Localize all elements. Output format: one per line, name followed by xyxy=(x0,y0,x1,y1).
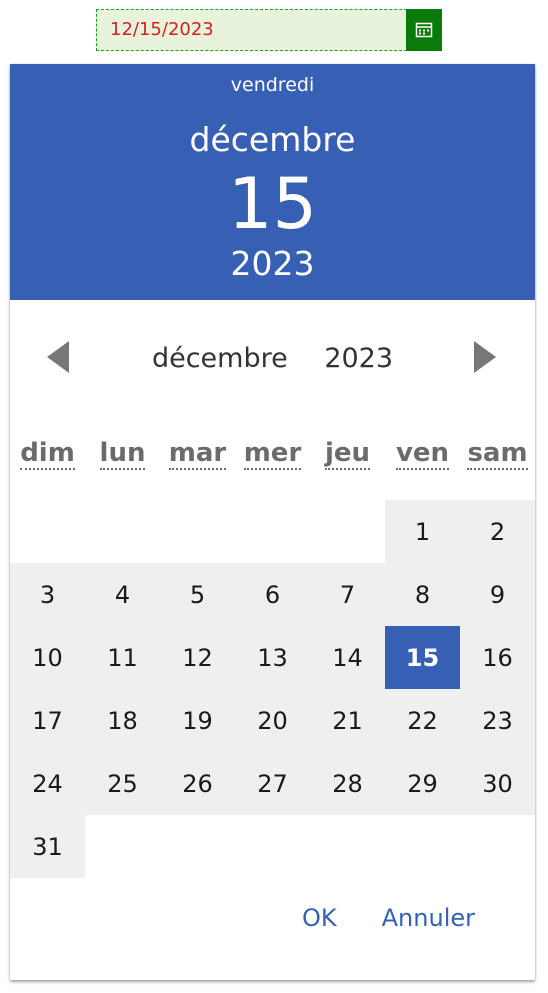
weekday-label: jeu xyxy=(310,438,385,478)
day-blank xyxy=(310,500,385,563)
day-cell[interactable]: 12 xyxy=(160,626,235,689)
weekday-text: mer xyxy=(243,438,302,470)
weekday-text: mar xyxy=(168,438,227,470)
day-blank xyxy=(85,500,160,563)
day-cell[interactable]: 16 xyxy=(460,626,535,689)
day-cell[interactable]: 30 xyxy=(460,752,535,815)
day-cell[interactable]: 31 xyxy=(10,815,85,878)
cancel-button[interactable]: Annuler xyxy=(382,904,475,932)
day-cell[interactable]: 18 xyxy=(85,689,160,752)
header-day: 15 xyxy=(227,163,318,245)
day-cell[interactable]: 4 xyxy=(85,563,160,626)
header-weekday: vendredi xyxy=(230,74,315,96)
day-cell[interactable]: 9 xyxy=(460,563,535,626)
calendar-button[interactable] xyxy=(406,9,442,51)
day-cell[interactable]: 3 xyxy=(10,563,85,626)
day-cell[interactable]: 17 xyxy=(10,689,85,752)
weekday-text: ven xyxy=(395,438,450,470)
day-blank xyxy=(235,500,310,563)
weekday-label: dim xyxy=(10,438,85,478)
day-cell[interactable]: 13 xyxy=(235,626,310,689)
calendar-icon xyxy=(415,22,433,38)
day-cell[interactable]: 21 xyxy=(310,689,385,752)
day-cell[interactable]: 25 xyxy=(85,752,160,815)
day-blank xyxy=(160,500,235,563)
day-blank xyxy=(10,500,85,563)
weekday-label: mar xyxy=(160,438,235,478)
date-input-value[interactable]: 12/15/2023 xyxy=(110,19,214,40)
triangle-right-icon xyxy=(474,341,496,373)
weekday-text: jeu xyxy=(324,438,371,470)
nav-month: décembre xyxy=(151,343,288,374)
day-cell[interactable]: 10 xyxy=(10,626,85,689)
header-year: 2023 xyxy=(230,244,315,283)
next-month-button[interactable] xyxy=(465,339,505,375)
day-cell[interactable]: 22 xyxy=(385,689,460,752)
day-cell[interactable]: 26 xyxy=(160,752,235,815)
dialog-actions: OK Annuler xyxy=(302,904,475,932)
day-cell[interactable]: 7 xyxy=(310,563,385,626)
weekday-text: sam xyxy=(467,438,528,470)
day-cell[interactable]: 24 xyxy=(10,752,85,815)
day-cell[interactable]: 5 xyxy=(160,563,235,626)
day-cell[interactable]: 2 xyxy=(460,500,535,563)
weekday-header-row: dim lun mar mer jeu ven sam xyxy=(10,438,535,478)
day-cell[interactable]: 23 xyxy=(460,689,535,752)
day-cell[interactable]: 14 xyxy=(310,626,385,689)
nav-year: 2023 xyxy=(324,343,394,374)
day-cell[interactable]: 6 xyxy=(235,563,310,626)
weekday-label: ven xyxy=(385,438,460,478)
day-cell[interactable]: 27 xyxy=(235,752,310,815)
date-picker-dialog: vendredi décembre 15 2023 décembre 2023 … xyxy=(10,64,535,980)
weekday-label: mer xyxy=(235,438,310,478)
weekday-text: lun xyxy=(99,438,146,470)
day-cell[interactable]: 19 xyxy=(160,689,235,752)
month-year-title: décembre 2023 xyxy=(10,343,535,374)
day-cell[interactable]: 8 xyxy=(385,563,460,626)
date-picker-header: vendredi décembre 15 2023 xyxy=(10,64,535,300)
weekday-text: dim xyxy=(20,438,75,470)
date-input[interactable]: 12/15/2023 xyxy=(96,9,442,51)
day-cell[interactable]: 1 xyxy=(385,500,460,563)
day-cell[interactable]: 11 xyxy=(85,626,160,689)
day-cell[interactable]: 20 xyxy=(235,689,310,752)
header-month: décembre xyxy=(189,120,356,159)
weekday-label: lun xyxy=(85,438,160,478)
ok-button[interactable]: OK xyxy=(302,904,337,932)
day-cell[interactable]: 28 xyxy=(310,752,385,815)
day-cell[interactable]: 29 xyxy=(385,752,460,815)
day-grid: 1 2 3 4 5 6 7 8 9 10 11 12 13 14 15 16 17 18 19 20 21 22 23 24 2… xyxy=(10,500,535,878)
weekday-label: sam xyxy=(460,438,535,478)
day-cell-selected[interactable]: 15 xyxy=(385,626,460,689)
